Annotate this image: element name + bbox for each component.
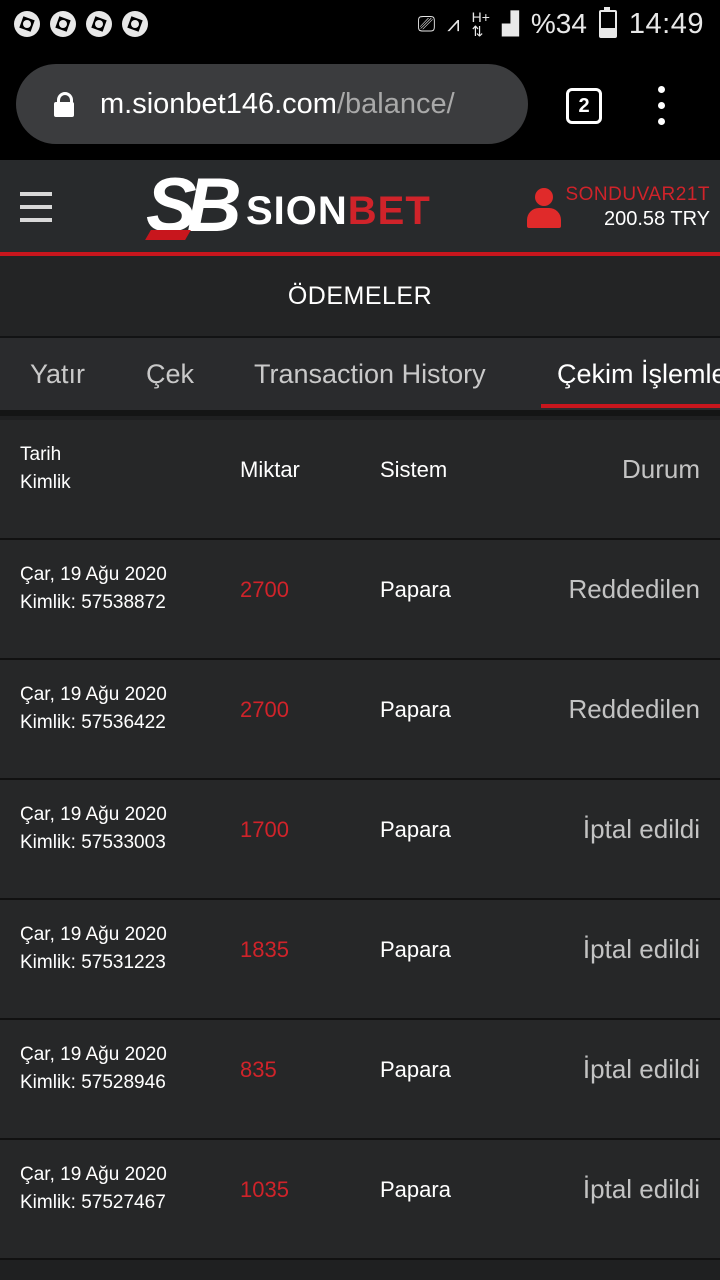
notification-icons (14, 11, 148, 37)
row-id: Kimlik: 57536422 (20, 712, 166, 733)
header-amount: Miktar (240, 457, 300, 482)
row-date: Çar, 19 Ağu 2020 (20, 564, 167, 585)
clock: 14:49 (628, 8, 704, 40)
row-system: Papara (380, 1057, 451, 1082)
battery-icon (598, 7, 617, 38)
url-bar[interactable]: m.sionbet146.com/balance/ (16, 64, 528, 144)
status-bar: ⎚ ⩘ H+ ⇅ ▟ %34 14:49 (0, 0, 720, 48)
sionbet-logo[interactable]: SB SIONBET (145, 168, 446, 244)
table-row[interactable]: Çar, 19 Ağu 2020 Kimlik: 57533003 1700 Papa… (0, 780, 720, 900)
header-system: Sistem (380, 457, 448, 482)
active-tab-indicator (541, 404, 720, 408)
row-status: Reddedilen (568, 574, 700, 604)
header-id: Kimlik (20, 472, 71, 493)
row-amount: 2700 (240, 697, 289, 722)
row-id: Kimlik: 57527467 (20, 1192, 166, 1213)
table-row[interactable]: Çar, 19 Ağu 2020 Kimlik: 57531223 1835 Papa… (0, 900, 720, 1020)
site-header: SB SIONBET SONDUVAR21T 200.58 TRY (0, 160, 720, 256)
row-amount: 1700 (240, 817, 289, 842)
account-balance: 200.58 TRY (603, 208, 710, 230)
table-row[interactable]: Çar, 19 Ağu 2020 Kimlik: 57528946 835 Papar… (0, 1020, 720, 1140)
row-system: Papara (380, 577, 451, 602)
payment-tabs: Yatır Çek Transaction History Çekim İşle… (0, 338, 720, 416)
row-date: Çar, 19 Ağu 2020 (20, 1044, 167, 1065)
battery-percent: %34 (530, 8, 587, 39)
row-amount: 835 (240, 1057, 277, 1082)
row-status: İptal edildi (582, 1174, 700, 1204)
row-system: Papara (380, 697, 451, 722)
url-text: m.sionbet146.com/balance/ (100, 84, 455, 124)
aperture-icon (14, 11, 40, 37)
cast-icon: ⎚ (417, 11, 436, 36)
row-amount: 1835 (240, 937, 289, 962)
aperture-icon (86, 11, 112, 37)
vibrate-mute-icon: ⩘ (447, 11, 460, 36)
table-row[interactable]: Çar, 19 Ağu 2020 Kimlik: 57538872 2700 Papa… (0, 540, 720, 660)
tab-withdraw[interactable]: Çek (146, 338, 194, 410)
row-system: Papara (380, 937, 451, 962)
row-amount: 1035 (240, 1177, 289, 1202)
row-system: Papara (380, 817, 451, 842)
row-status: İptal edildi (582, 814, 700, 844)
signal-icon: ▟ (501, 11, 519, 36)
row-status: İptal edildi (582, 934, 700, 964)
aperture-icon (50, 11, 76, 37)
browser-toolbar: m.sionbet146.com/balance/ 2 (0, 48, 720, 160)
row-status: Reddedilen (568, 694, 700, 724)
page-title: ÖDEMELER (0, 256, 720, 338)
menu-icon[interactable] (20, 192, 52, 222)
row-id: Kimlik: 57533003 (20, 832, 166, 853)
aperture-icon (122, 11, 148, 37)
network-hplus-icon: H+ ⇅ (471, 9, 490, 39)
header-date: Tarih (20, 444, 62, 465)
tab-switcher-button[interactable]: 2 (566, 88, 602, 124)
url-path: /balance/ (336, 88, 455, 120)
row-status: İptal edildi (582, 1054, 700, 1084)
user-icon[interactable] (527, 188, 561, 228)
table-row[interactable]: Çar, 19 Ağu 2020 Kimlik: 57527467 1035 Papa… (0, 1140, 720, 1260)
username[interactable]: SONDUVAR21T (565, 184, 710, 206)
row-date: Çar, 19 Ağu 2020 (20, 684, 167, 705)
tab-transaction-history[interactable]: Transaction History (254, 338, 486, 410)
tab-deposit[interactable]: Yatır (30, 338, 85, 410)
tab-withdrawal-transactions[interactable]: Çekim İşlemleri (557, 338, 720, 410)
system-indicators: ⎚ ⩘ H+ ⇅ ▟ %34 14:49 (417, 7, 704, 40)
row-date: Çar, 19 Ağu 2020 (20, 924, 167, 945)
row-id: Kimlik: 57531223 (20, 952, 166, 973)
logo-wordmark: SIONBET (246, 189, 431, 233)
row-id: Kimlik: 57538872 (20, 592, 166, 613)
row-system: Papara (380, 1177, 451, 1202)
row-amount: 2700 (240, 577, 289, 602)
row-date: Çar, 19 Ağu 2020 (20, 804, 167, 825)
logo-swoosh (145, 230, 191, 240)
more-options-icon[interactable] (655, 86, 667, 126)
url-host: m.sionbet146.com (100, 88, 337, 120)
lock-icon (54, 92, 74, 117)
header-status: Durum (621, 454, 700, 484)
table-row[interactable]: Çar, 19 Ağu 2020 Kimlik: 57536422 2700 Papa… (0, 660, 720, 780)
table-header-row: Tarih Kimlik Miktar Sistem Durum (0, 420, 720, 540)
row-id: Kimlik: 57528946 (20, 1072, 166, 1093)
row-date: Çar, 19 Ağu 2020 (20, 1164, 167, 1185)
